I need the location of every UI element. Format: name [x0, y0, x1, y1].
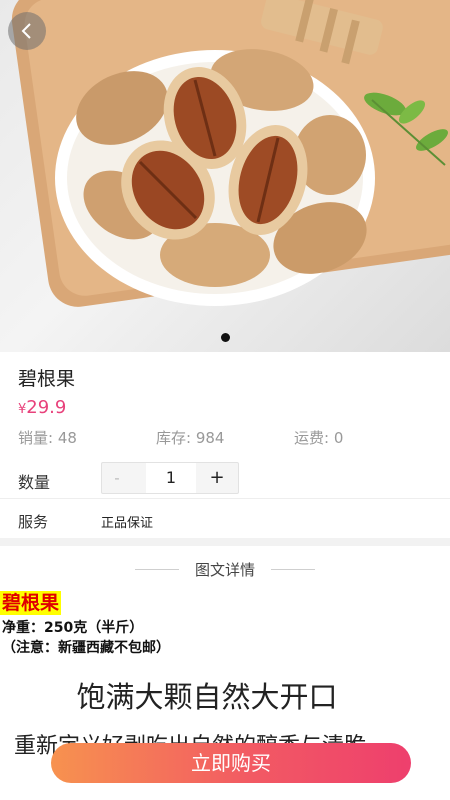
- detail-section-header: 图文详情: [0, 558, 450, 580]
- shipping-fee: 运费: 0: [294, 429, 344, 447]
- section-gap: [0, 538, 450, 546]
- price-value: 29.9: [26, 397, 67, 418]
- divider: [0, 498, 450, 499]
- buy-now-button[interactable]: 立即购买: [51, 743, 411, 783]
- quantity-decrease-button[interactable]: -: [102, 463, 132, 493]
- stock-count: 库存: 984: [156, 429, 225, 447]
- detail-net-weight: 净重：250克（半斤）: [2, 620, 144, 636]
- detail-product-title: 碧根果: [0, 591, 62, 615]
- product-image[interactable]: [0, 0, 450, 352]
- chevron-left-icon: [21, 23, 31, 39]
- product-title: 碧根果: [18, 368, 76, 390]
- quantity-label: 数量: [18, 473, 51, 492]
- quantity-value[interactable]: 1: [146, 463, 196, 493]
- product-stats: 销量: 48 库存: 984 运费: 0: [18, 427, 438, 447]
- back-button[interactable]: [8, 12, 46, 50]
- pecan-bowl-illustration: [11, 0, 450, 307]
- product-price: ¥29.9: [18, 397, 66, 418]
- quantity-stepper: - 1 +: [101, 462, 239, 494]
- quantity-increase-button[interactable]: +: [196, 463, 238, 493]
- detail-headline: 饱满大颗自然大开口: [76, 680, 338, 714]
- sales-count: 销量: 48: [18, 429, 77, 447]
- detail-header-text: 图文详情: [194, 561, 255, 579]
- service-value: 正品保证: [101, 516, 154, 531]
- service-label: 服务: [18, 513, 49, 531]
- detail-shipping-note: （注意：新疆西藏不包邮）: [2, 640, 170, 656]
- header-line-right: [271, 569, 315, 570]
- carousel-indicator[interactable]: [221, 333, 230, 342]
